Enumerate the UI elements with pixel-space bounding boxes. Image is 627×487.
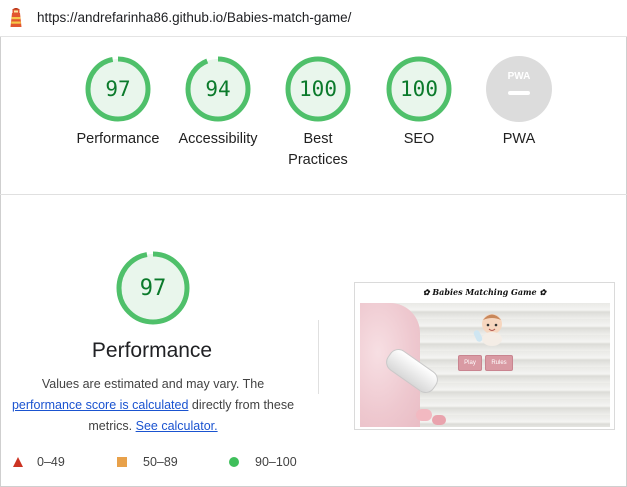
thumbnail-title-text: Babies Matching Game [432, 287, 537, 297]
legend-range: 50–89 [143, 455, 178, 469]
legend-range: 0–49 [37, 455, 65, 469]
performance-main-score: 97 [140, 276, 167, 301]
sock-image [416, 409, 432, 421]
section-divider [0, 194, 627, 195]
gauge-performance[interactable]: 97 Performance [72, 55, 164, 150]
legend-item-average: 50–89 [117, 455, 178, 469]
baby-icon: ✿ [539, 287, 547, 297]
thumbnail-play-button: Play [458, 355, 482, 371]
square-icon [117, 456, 127, 467]
report-url[interactable]: https://andrefarinha86.github.io/Babies-… [37, 10, 351, 25]
triangle-icon [13, 456, 23, 467]
pwa-badge-text: PWA [508, 71, 531, 82]
pwa-badge-icon: PWA [486, 56, 552, 122]
performance-description: Values are estimated and may vary. The p… [8, 374, 298, 437]
desc-text-3: metrics. [88, 419, 133, 433]
performance-title: Performance [91, 339, 213, 362]
gauge-best-practices[interactable]: 100 Best Practices [272, 55, 364, 171]
thumbnail-background: Play Rules [360, 303, 610, 427]
gauge-score: 100 [400, 77, 438, 101]
gauge-seo[interactable]: 100 SEO [373, 55, 465, 150]
gauge-label: Performance [76, 131, 160, 147]
gauge-score: 97 [105, 77, 130, 101]
performance-main-gauge: 97 [114, 249, 192, 332]
score-gauge-icon: 94 [185, 56, 251, 122]
legend-item-pass: 90–100 [229, 455, 297, 469]
score-gauge-icon: 97 [85, 56, 151, 122]
url-bar: https://andrefarinha86.github.io/Babies-… [0, 0, 627, 37]
gauge-label: PWA [502, 131, 536, 147]
gauge-label: SEO [403, 131, 435, 147]
see-calculator-link[interactable]: See calculator. [136, 419, 218, 433]
sock-image [432, 415, 446, 425]
thumbnail-title: ✿ Babies Matching Game ✿ [355, 287, 614, 297]
score-gauge-icon: 100 [285, 56, 351, 122]
baby-illustration-icon [473, 314, 502, 346]
performance-score-link[interactable]: performance score is calculated [12, 398, 188, 412]
vertical-divider [318, 320, 319, 394]
desc-text-2: directly from these [191, 398, 295, 412]
gauge-score: 100 [299, 77, 337, 101]
page-screenshot-thumbnail[interactable]: ✿ Babies Matching Game ✿ Play Rules [354, 282, 615, 430]
circle-icon [229, 456, 239, 467]
gauge-pwa[interactable]: PWA PWA [473, 55, 565, 150]
legend-item-fail: 0–49 [13, 455, 65, 469]
thumbnail-rules-button: Rules [485, 355, 513, 371]
desc-text-1: Values are estimated and may vary. The [41, 377, 265, 391]
lighthouse-logo-icon [10, 8, 22, 27]
legend-range: 90–100 [255, 455, 297, 469]
gauge-label: Best Practices [288, 131, 348, 168]
gauge-score: 94 [205, 77, 230, 101]
gauge-accessibility[interactable]: 94 Accessibility [172, 55, 264, 150]
score-gauge-icon: 100 [386, 56, 452, 122]
baby-icon: ✿ [422, 287, 430, 297]
gauge-label: Accessibility [178, 131, 258, 147]
